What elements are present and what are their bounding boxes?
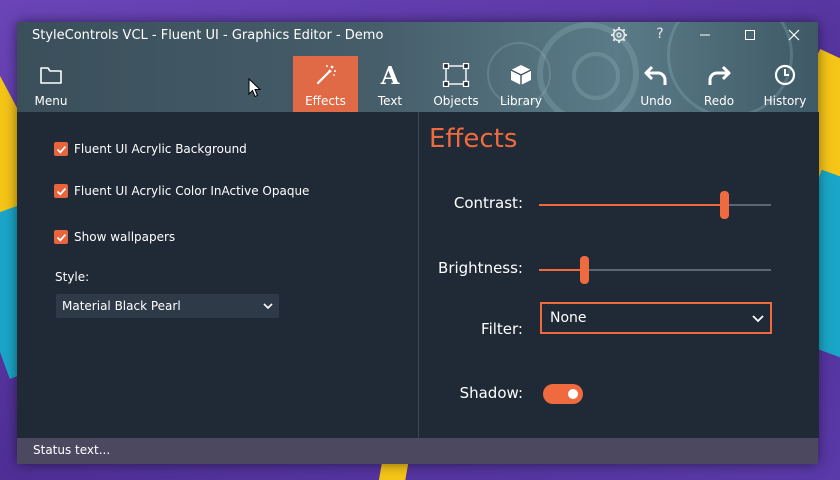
toolbar-objects-label: Objects: [433, 94, 479, 108]
toolbar-menu-button[interactable]: Menu: [23, 56, 79, 112]
toolbar-library-button[interactable]: Library: [495, 56, 547, 112]
checkmark-icon: [56, 145, 66, 154]
brightness-label: Brightness:: [438, 259, 523, 277]
title-bar[interactable]: StyleControls VCL - Fluent UI - Graphics…: [17, 22, 818, 112]
slider-thumb[interactable]: [580, 256, 590, 284]
acrylic-background-checkbox-row[interactable]: Fluent UI Acrylic Background: [54, 140, 247, 158]
minimize-button[interactable]: [690, 25, 720, 47]
effects-heading: Effects: [429, 124, 518, 154]
filter-select-value: None: [550, 310, 587, 326]
slider-fill: [539, 204, 725, 206]
app-window: StyleControls VCL - Fluent UI - Graphics…: [17, 22, 819, 464]
acrylic-color-inactive-checkbox-row[interactable]: Fluent UI Acrylic Color InActive Opaque: [54, 182, 309, 200]
objects-icon: [428, 60, 484, 90]
toolbar-undo-button[interactable]: Undo: [631, 56, 681, 112]
show-wallpapers-checkbox-row[interactable]: Show wallpapers: [54, 228, 175, 246]
filter-select[interactable]: None: [540, 302, 772, 334]
checkmark-icon: [56, 187, 66, 196]
toolbar-text-button[interactable]: A Text: [365, 56, 415, 112]
toolbar-menu-label: Menu: [34, 94, 68, 108]
style-label: Style:: [55, 270, 90, 284]
toolbar-history-label: History: [763, 94, 807, 108]
folder-icon: [23, 60, 79, 90]
toolbar-undo-label: Undo: [640, 94, 672, 108]
toggle-knob: [568, 389, 578, 399]
text-a-icon: A: [380, 60, 400, 90]
maximize-icon: [745, 30, 755, 40]
shadow-label: Shadow:: [459, 384, 523, 402]
clock-icon: [759, 60, 811, 90]
toolbar-text-label: Text: [377, 94, 403, 108]
chevron-down-icon: [752, 314, 764, 323]
show-wallpapers-checkbox[interactable]: [54, 230, 68, 244]
style-select[interactable]: Material Black Pearl: [56, 294, 279, 318]
shadow-toggle[interactable]: [543, 384, 583, 404]
toolbar-history-button[interactable]: History: [759, 56, 811, 112]
maximize-button[interactable]: [735, 25, 765, 47]
magic-wand-icon: [293, 60, 358, 90]
minimize-icon: [700, 34, 710, 36]
filter-label: Filter:: [481, 320, 523, 338]
toolbar-library-label: Library: [500, 94, 542, 108]
show-wallpapers-label: Show wallpapers: [74, 230, 176, 244]
contrast-slider[interactable]: [539, 190, 771, 220]
slider-fill: [539, 269, 586, 271]
gear-icon[interactable]: [607, 26, 631, 48]
redo-icon: [694, 60, 744, 90]
close-icon: [788, 29, 800, 41]
window-title: StyleControls VCL - Fluent UI - Graphics…: [32, 28, 384, 43]
titlebar-decoration: [572, 52, 620, 100]
acrylic-background-label: Fluent UI Acrylic Background: [74, 142, 247, 156]
status-bar: Status text...: [17, 438, 818, 464]
cube-icon: [495, 60, 547, 90]
slider-thumb[interactable]: [719, 191, 729, 219]
toolbar-redo-button[interactable]: Redo: [694, 56, 744, 112]
settings-panel: Fluent UI Acrylic Background Fluent UI A…: [17, 112, 417, 438]
toolbar-redo-label: Redo: [703, 94, 735, 108]
toolbar-effects-label: Effects: [305, 94, 346, 108]
close-button[interactable]: [779, 25, 809, 47]
help-icon[interactable]: ?: [648, 26, 672, 42]
toolbar-effects-button[interactable]: Effects: [293, 56, 358, 112]
toolbar-objects-button[interactable]: Objects: [428, 56, 484, 112]
effects-panel: Effects Contrast: Brightness: Filter: No…: [418, 112, 819, 438]
undo-icon: [631, 60, 681, 90]
checkmark-icon: [56, 233, 66, 242]
contrast-label: Contrast:: [453, 194, 523, 212]
acrylic-color-inactive-label: Fluent UI Acrylic Color InActive Opaque: [74, 184, 310, 198]
style-select-value: Material Black Pearl: [62, 299, 181, 313]
brightness-slider[interactable]: [539, 255, 771, 285]
acrylic-background-checkbox[interactable]: [54, 142, 68, 156]
mouse-cursor-icon: [248, 77, 262, 102]
chevron-down-icon: [263, 302, 273, 310]
status-text: Status text...: [33, 443, 111, 457]
acrylic-color-inactive-checkbox[interactable]: [54, 184, 68, 198]
